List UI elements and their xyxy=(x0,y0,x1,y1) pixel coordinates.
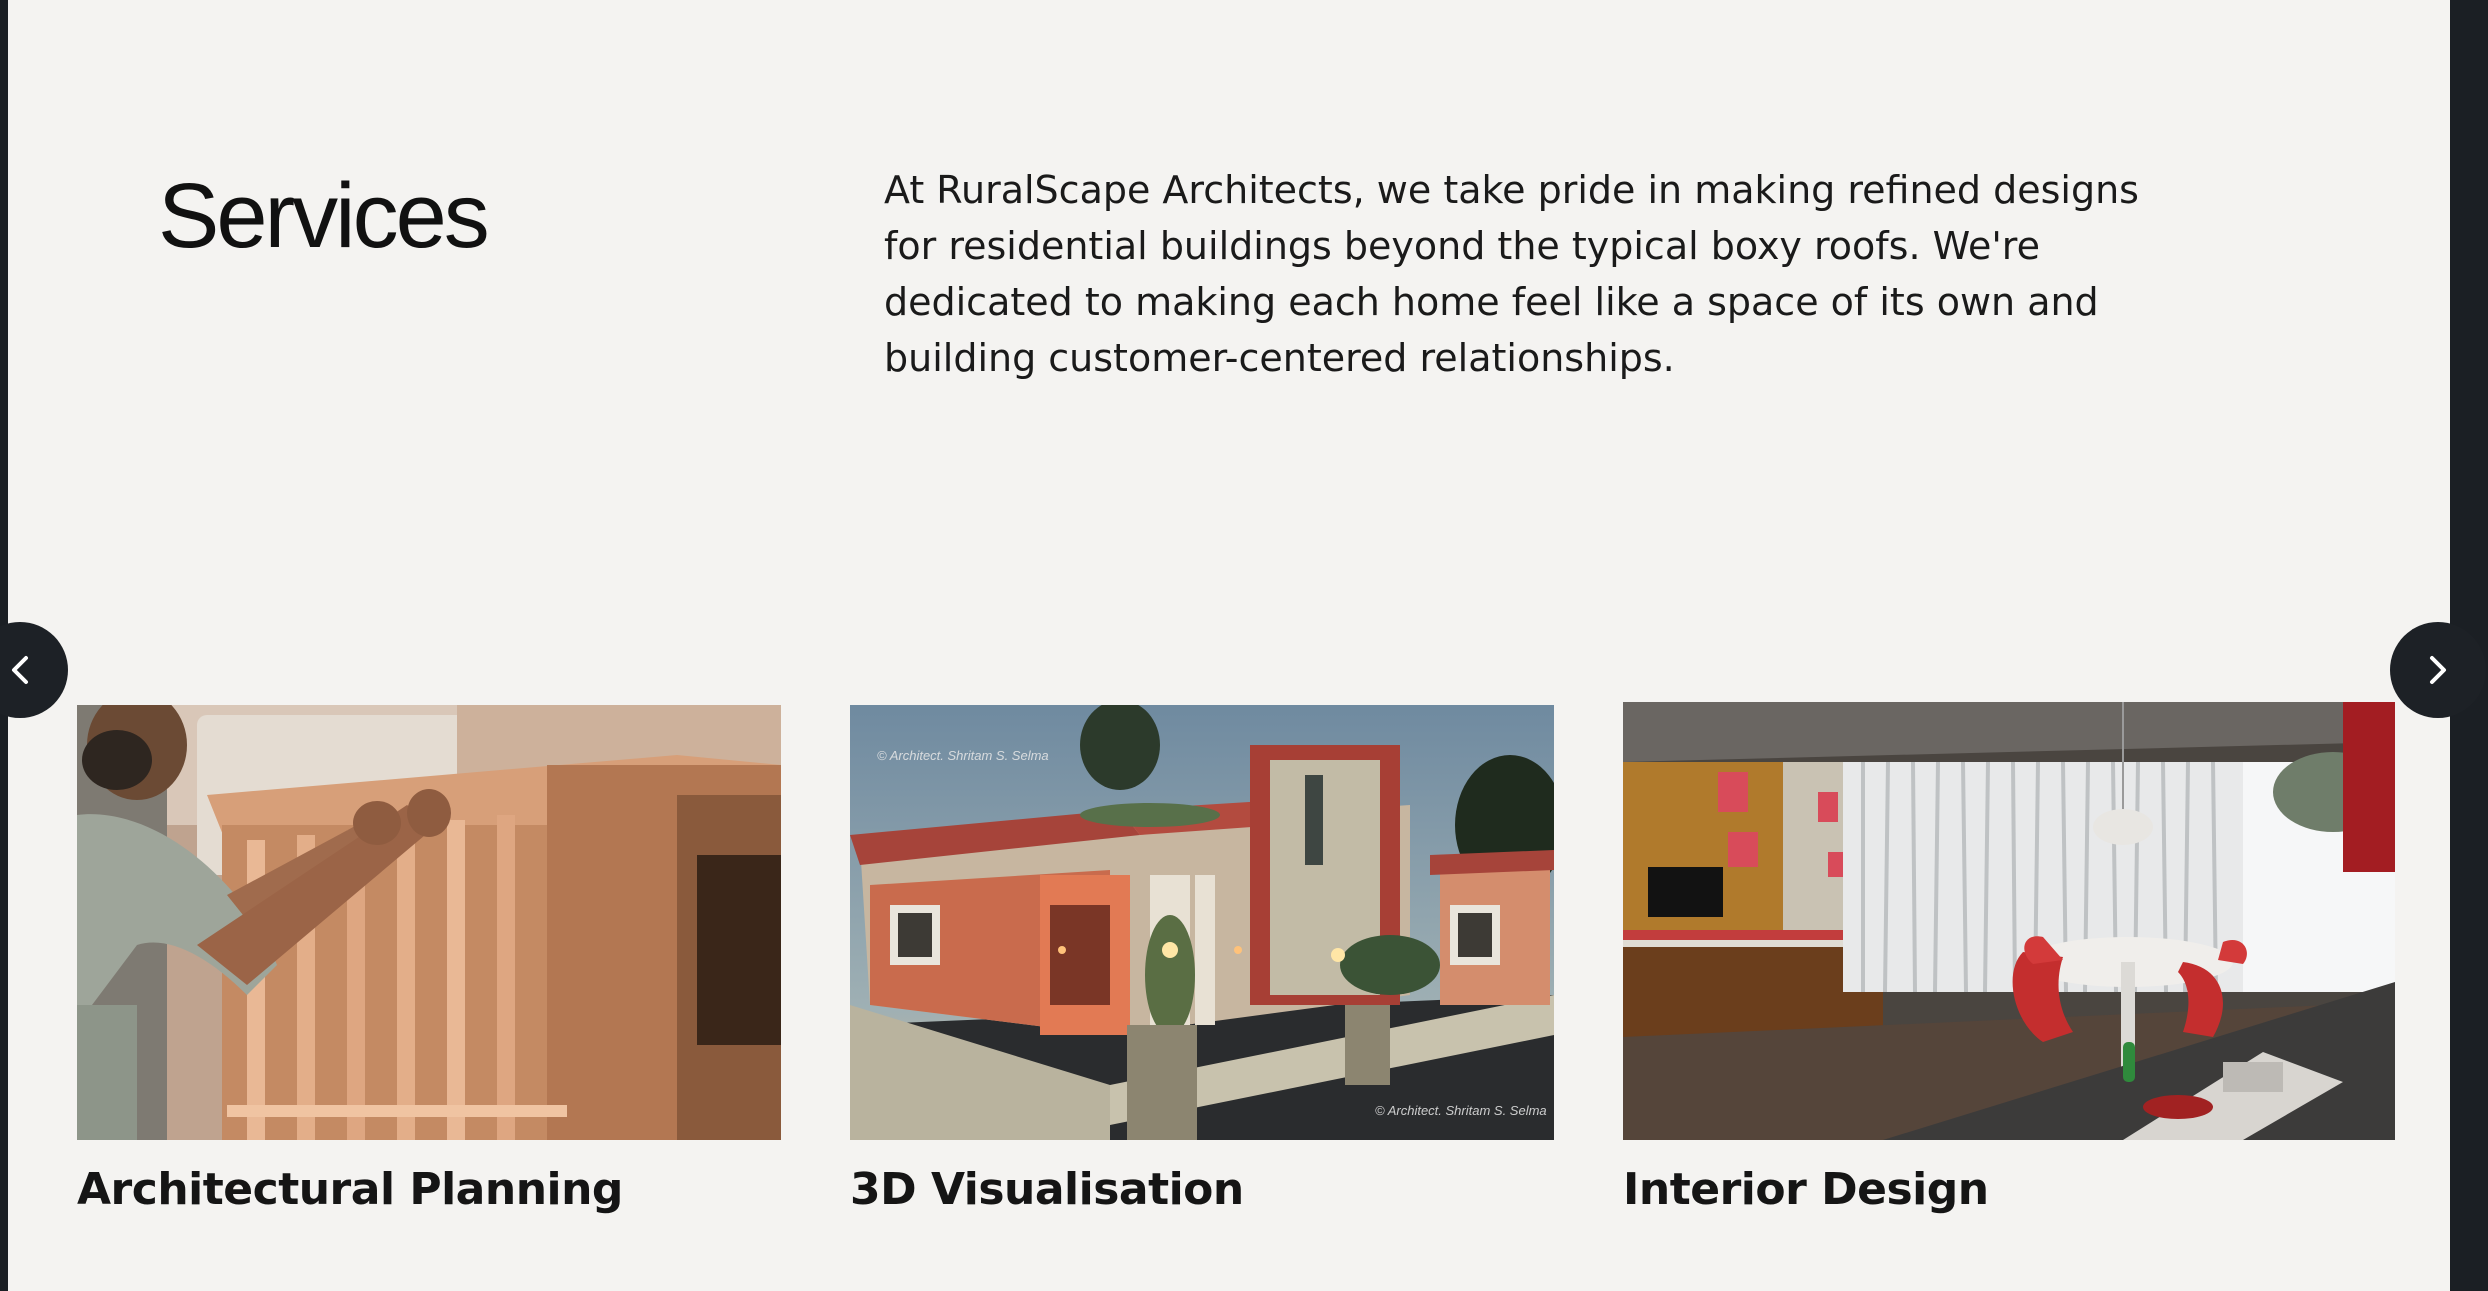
service-image-interior-design xyxy=(1623,702,2395,1140)
service-title: Interior Design xyxy=(1623,1164,1989,1215)
service-card-3d-visualisation[interactable]: © Architect. Shritam S. Selma © Architec… xyxy=(850,705,1554,1215)
section-title: Services xyxy=(158,165,490,267)
service-title: 3D Visualisation xyxy=(850,1164,1244,1215)
service-image-3d-visualisation: © Architect. Shritam S. Selma © Architec… xyxy=(850,705,1554,1140)
services-section: Services At RuralScape Architects, we ta… xyxy=(8,0,2450,1291)
image-watermark: © Architect. Shritam S. Selma xyxy=(1375,1103,1547,1118)
chevron-right-icon xyxy=(2430,656,2446,684)
chevron-left-icon xyxy=(12,656,28,684)
service-card-architectural-planning[interactable]: Architectural Planning xyxy=(77,705,781,1215)
service-image-architectural-planning xyxy=(77,705,781,1140)
section-intro: At RuralScape Architects, we take pride … xyxy=(884,168,2139,380)
service-card-interior-design[interactable]: Interior Design xyxy=(1623,702,2395,1215)
carousel-next-button[interactable] xyxy=(2390,622,2486,718)
service-title: Architectural Planning xyxy=(77,1164,623,1215)
image-watermark: © Architect. Shritam S. Selma xyxy=(877,748,1049,763)
